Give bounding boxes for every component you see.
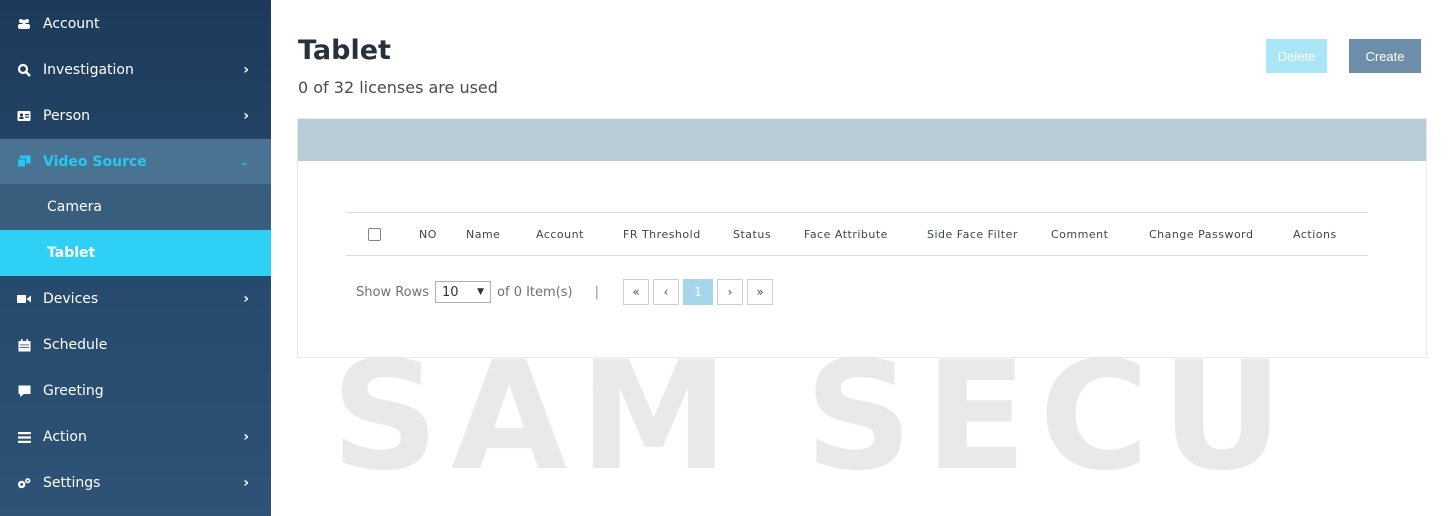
video-camera-icon [17, 292, 31, 306]
sidebar-item-label: Action [43, 429, 87, 445]
sidebar-item-label: Devices [43, 291, 99, 307]
sidebar-item-devices[interactable]: Devices › [0, 276, 271, 322]
sidebar-item-person[interactable]: Person › [0, 93, 271, 139]
sidebar-item-label: Person [43, 108, 91, 124]
sidebar-item-settings[interactable]: Settings › [0, 460, 271, 506]
list-icon [17, 430, 31, 444]
users-icon [17, 17, 31, 31]
next-page-button[interactable]: › [717, 279, 743, 305]
sidebar-item-label: Investigation [43, 62, 134, 78]
sidebar-item-account[interactable]: Account [0, 0, 271, 47]
column-header-comment[interactable]: Comment [1051, 228, 1149, 241]
table-header: NO Name Account FR Threshold Status Face… [346, 212, 1368, 256]
video-source-icon [17, 155, 31, 169]
create-button[interactable]: Create [1349, 39, 1421, 73]
chevron-right-icon: › [243, 108, 249, 124]
current-page-button[interactable]: 1 [683, 279, 713, 305]
column-header-fr-threshold[interactable]: FR Threshold [623, 228, 733, 241]
sidebar-subitem-label: Camera [47, 199, 102, 215]
sidebar-item-label: Account [43, 15, 100, 32]
column-header-face-attribute[interactable]: Face Attribute [804, 228, 927, 241]
chevron-right-icon: › [243, 291, 249, 307]
item-count-text: of 0 Item(s) [497, 284, 573, 300]
column-header-account[interactable]: Account [536, 228, 623, 241]
select-all-checkbox[interactable] [368, 227, 381, 241]
pagination: Show Rows 10 ▼ of 0 Item(s) | « ‹ 1 › » [356, 279, 777, 305]
rows-per-page-select[interactable]: 10 ▼ [435, 281, 492, 303]
sidebar-subitem-tablet[interactable]: Tablet [0, 230, 271, 276]
sidebar-item-investigation[interactable]: Investigation › [0, 47, 271, 93]
license-usage-text: 0 of 32 licenses are used [298, 78, 498, 97]
sidebar-item-action[interactable]: Action › [0, 414, 271, 460]
sidebar-item-label: Greeting [43, 383, 104, 399]
prev-page-button[interactable]: ‹ [653, 279, 679, 305]
chevron-right-icon: › [243, 62, 249, 78]
column-header-name[interactable]: Name [466, 228, 536, 241]
sidebar-item-greeting[interactable]: Greeting [0, 368, 271, 414]
page-title: Tablet [298, 35, 391, 66]
column-header-actions[interactable]: Actions [1293, 228, 1337, 241]
rows-per-page-value: 10 [442, 284, 459, 300]
id-card-icon [17, 109, 31, 123]
column-header-status[interactable]: Status [733, 228, 804, 241]
sidebar: Account Investigation › Person › Video S… [0, 0, 271, 516]
first-page-button[interactable]: « [623, 279, 649, 305]
panel-header [298, 119, 1426, 161]
delete-button[interactable]: Delete [1266, 39, 1327, 73]
pager-separator: | [594, 284, 599, 300]
column-header-side-face-filter[interactable]: Side Face Filter [927, 228, 1051, 241]
sidebar-item-schedule[interactable]: Schedule [0, 322, 271, 368]
sidebar-subitem-label: Tablet [47, 245, 96, 261]
chevron-right-icon: › [243, 475, 249, 491]
gears-icon [17, 476, 31, 490]
sidebar-item-video-source[interactable]: Video Source ⌄ [0, 139, 271, 184]
sidebar-item-label: Video Source [43, 153, 147, 170]
comment-icon [17, 384, 31, 398]
sidebar-item-label: Settings [43, 475, 101, 491]
tablet-table-panel: NO Name Account FR Threshold Status Face… [297, 118, 1427, 358]
search-icon [17, 63, 31, 77]
main-content: SAM SECU Tablet 0 of 32 licenses are use… [271, 0, 1450, 516]
column-header-change-password[interactable]: Change Password [1149, 228, 1293, 241]
chevron-down-icon: ▼ [477, 287, 485, 297]
chevron-down-icon: ⌄ [239, 155, 249, 168]
calendar-icon [17, 338, 31, 352]
sidebar-subitem-camera[interactable]: Camera [0, 184, 271, 230]
show-rows-label: Show Rows [356, 284, 430, 300]
sidebar-item-label: Schedule [43, 337, 108, 353]
chevron-right-icon: › [243, 429, 249, 445]
last-page-button[interactable]: » [747, 279, 773, 305]
column-header-no[interactable]: NO [419, 228, 466, 241]
